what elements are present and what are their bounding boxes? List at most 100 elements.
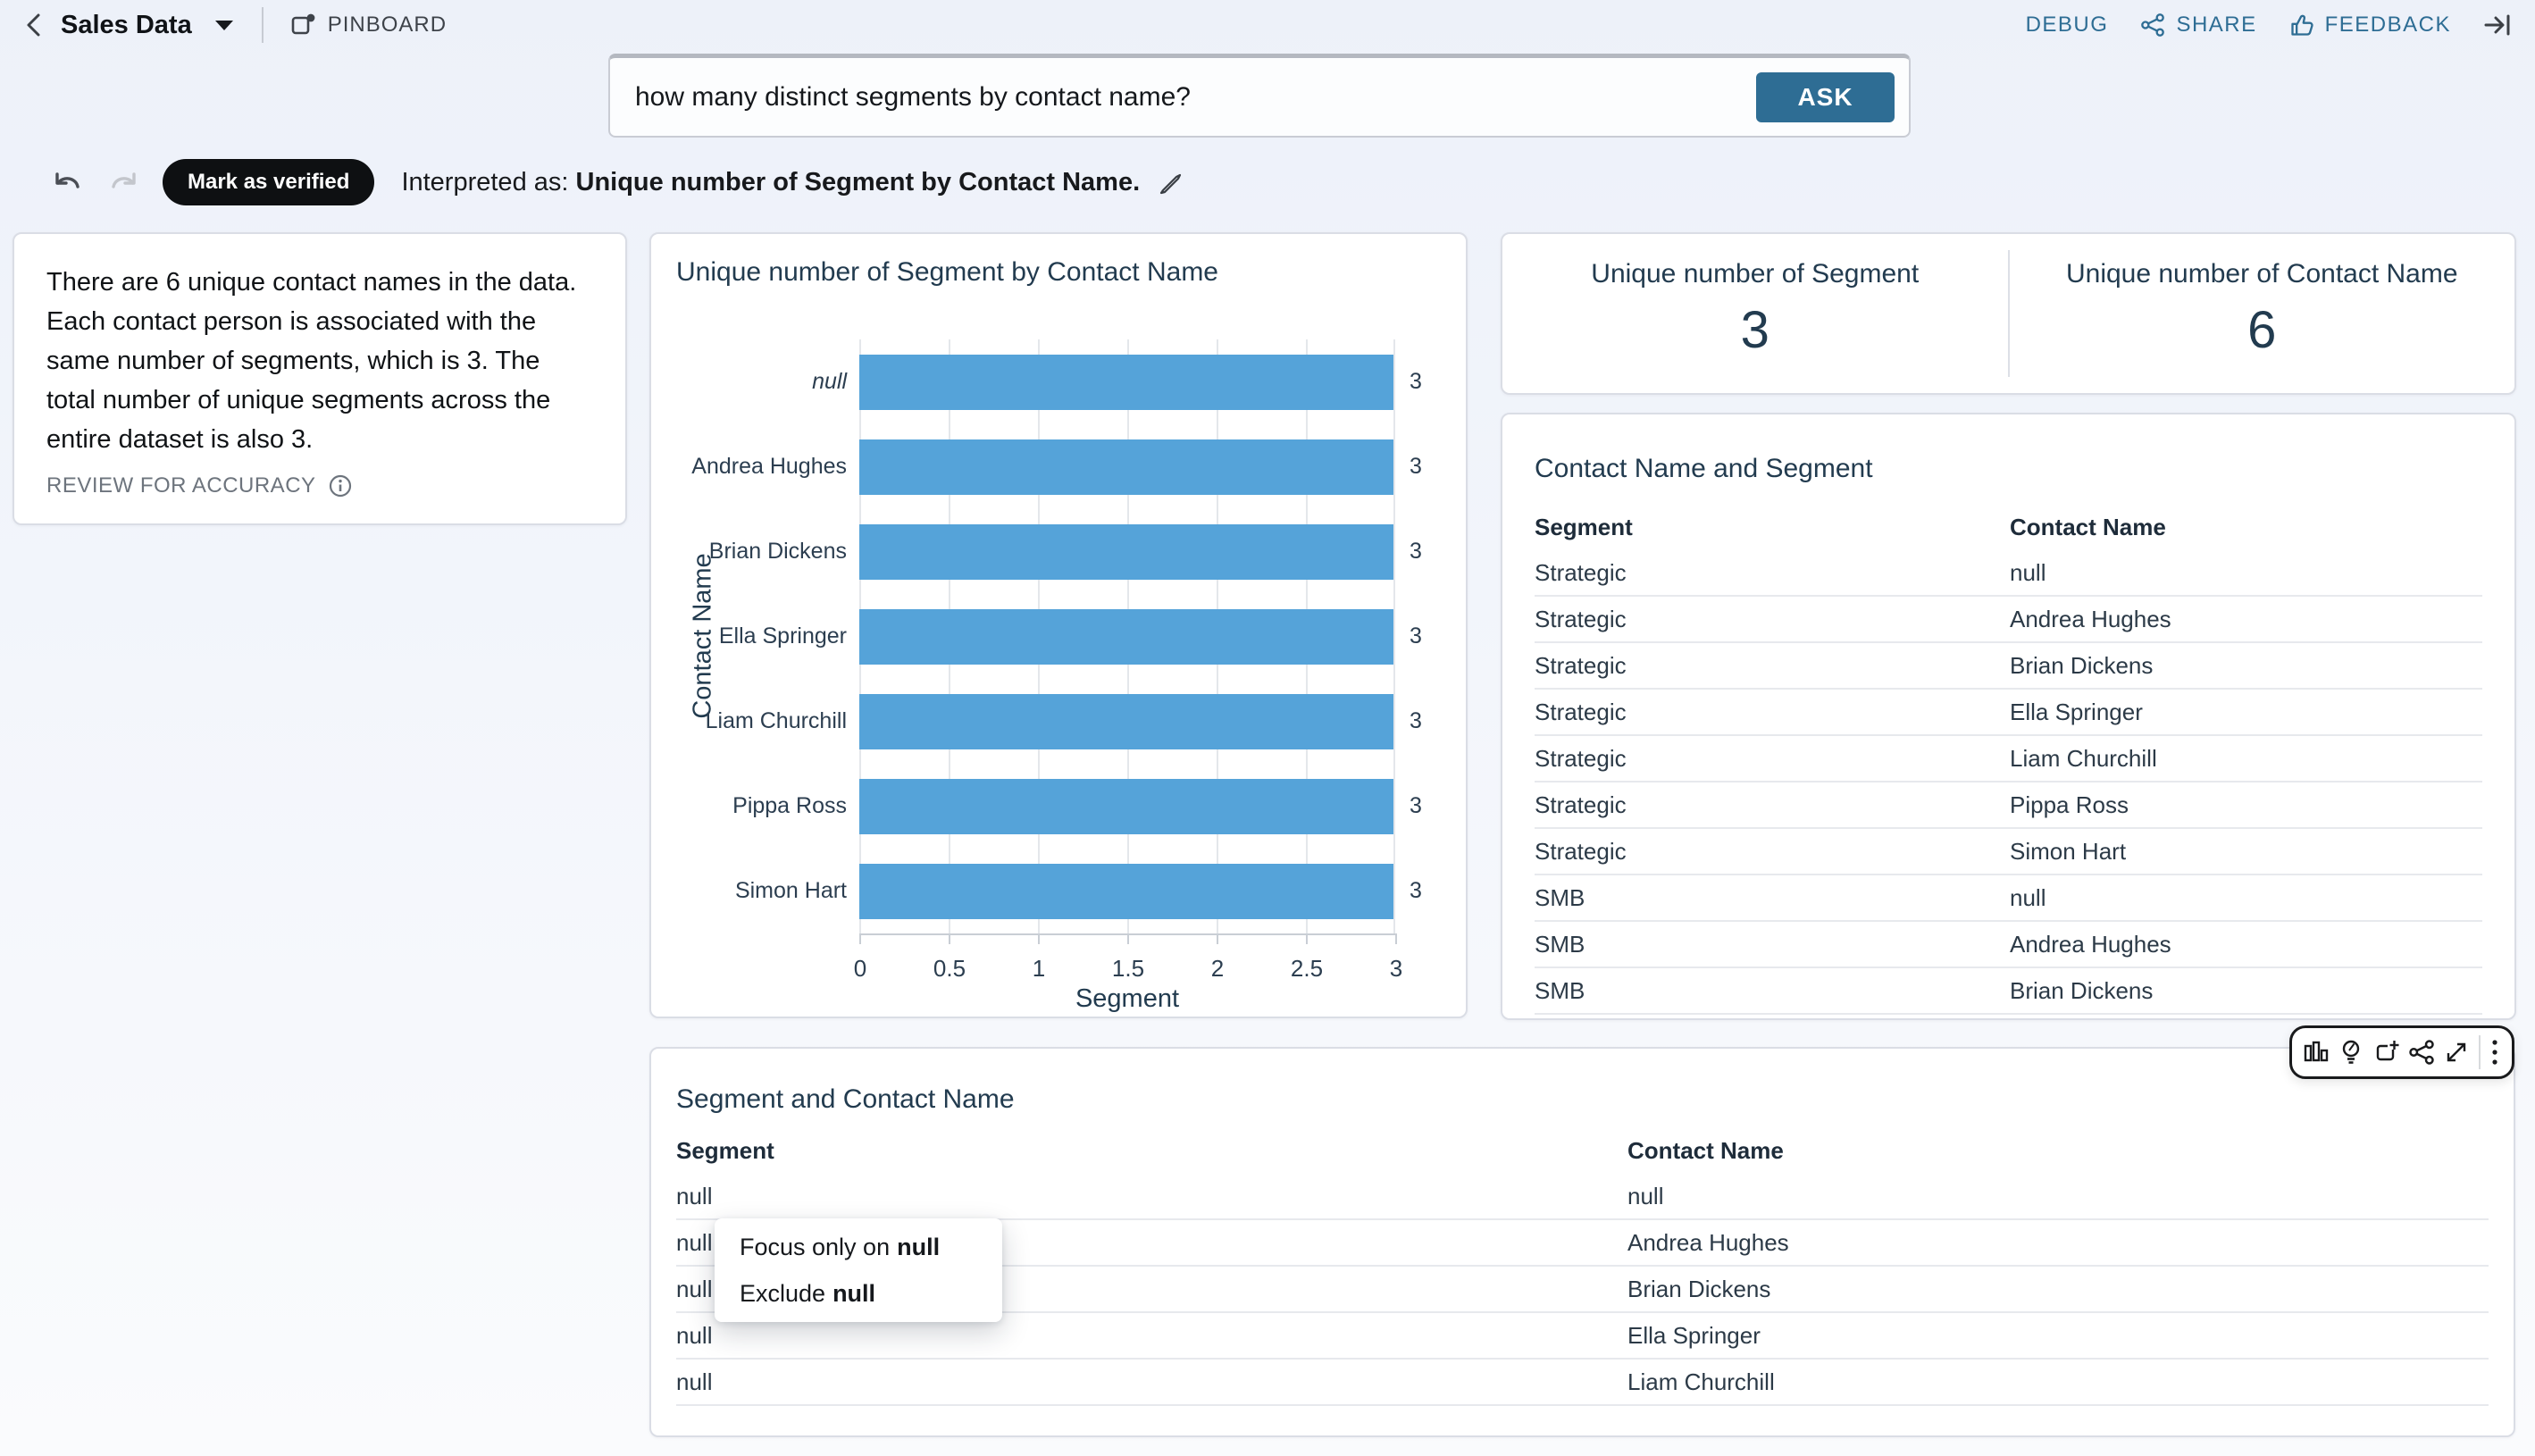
table-row[interactable]: nullLiam Churchill <box>676 1360 2489 1406</box>
cell-contact-name: Andrea Hughes <box>2010 931 2482 958</box>
collapse-panel-button[interactable] <box>2483 13 2512 38</box>
undo-button[interactable] <box>52 169 84 196</box>
chevron-down-icon[interactable] <box>213 19 235 31</box>
tick-mark <box>1127 933 1129 944</box>
menu-item-focus[interactable]: Focus only onnull <box>715 1224 1002 1270</box>
bar-value-label: 3 <box>1395 539 1469 565</box>
cell-contact-name: Simon Hart <box>2010 838 2482 866</box>
bar-chart-icon <box>2303 1039 2330 1066</box>
chart-type-button[interactable] <box>2303 1039 2330 1066</box>
review-for-accuracy: REVIEW FOR ACCURACY <box>46 473 352 498</box>
table-row[interactable]: StrategicSimon Hart <box>1535 829 2482 875</box>
cell-segment: Strategic <box>1535 699 2010 726</box>
table-row[interactable]: Strategicnull <box>1535 550 2482 597</box>
chart-row: Liam Churchill3 <box>651 679 1469 764</box>
kpi-card: Unique number of Segment 3 Unique number… <box>1501 232 2516 395</box>
table-title: Segment and Contact Name <box>676 1084 1015 1115</box>
chart-row: Brian Dickens3 <box>651 509 1469 594</box>
table-row[interactable]: StrategicAndrea Hughes <box>1535 597 2482 643</box>
table-row[interactable]: StrategicLiam Churchill <box>1535 736 2482 782</box>
chart-title: Unique number of Segment by Contact Name <box>676 257 1218 288</box>
debug-link[interactable]: DEBUG <box>2026 13 2109 38</box>
chart-row: Andrea Hughes3 <box>651 424 1469 509</box>
table-row[interactable]: SMBAndrea Hughes <box>1535 922 2482 968</box>
cell-segment: Strategic <box>1535 559 2010 587</box>
cell-contact-name: null <box>2010 559 2482 587</box>
cell-contact-name: Liam Churchill <box>1627 1368 2489 1396</box>
ask-bar: ASK <box>608 54 1911 138</box>
expand-visual-button[interactable] <box>2443 1039 2470 1066</box>
bar-value-label: 3 <box>1395 454 1469 480</box>
more-options-button[interactable] <box>2489 1037 2501 1067</box>
bar[interactable] <box>859 524 1393 580</box>
kebab-menu-icon <box>2489 1037 2501 1067</box>
mark-as-verified-button[interactable]: Mark as verified <box>163 159 374 205</box>
table-row[interactable]: nullnull <box>676 1174 2489 1220</box>
bar[interactable] <box>859 439 1393 495</box>
cell-context-menu: Focus only onnull Excludenull <box>715 1218 1002 1322</box>
feedback-link[interactable]: FEEDBACK <box>2289 13 2451 38</box>
bar[interactable] <box>859 779 1393 834</box>
lightbulb-icon <box>2338 1039 2364 1066</box>
cell-contact-name: null <box>1627 1183 2489 1210</box>
feedback-label: FEEDBACK <box>2325 13 2451 38</box>
bar-value-label: 3 <box>1395 623 1469 649</box>
pinboard-label: PINBOARD <box>328 13 447 38</box>
arrow-to-bar-icon <box>2483 13 2512 38</box>
pinboard-icon <box>290 13 315 38</box>
bar-area <box>859 424 1395 509</box>
tick-mark <box>1038 933 1040 944</box>
edit-interpretation-button[interactable] <box>1158 169 1184 196</box>
chart-row: Ella Springer3 <box>651 594 1469 679</box>
bar[interactable] <box>859 864 1393 919</box>
cell-contact-name: Ella Springer <box>2010 699 2482 726</box>
tick-mark <box>1306 933 1308 944</box>
bar[interactable] <box>859 609 1393 665</box>
table-row[interactable]: StrategicBrian Dickens <box>1535 643 2482 690</box>
dataset-title[interactable]: Sales Data <box>61 11 192 40</box>
table-header-row: Segment Contact Name <box>676 1127 2489 1174</box>
tick-mark <box>1395 933 1397 944</box>
bar-area <box>859 509 1395 594</box>
x-axis-ticks: 00.511.522.53 <box>651 933 1469 1014</box>
table-row[interactable]: StrategicPippa Ross <box>1535 782 2482 829</box>
bar-area <box>859 679 1395 764</box>
table-row[interactable]: SMBnull <box>1535 875 2482 922</box>
pinboard-link[interactable]: PINBOARD <box>290 13 447 38</box>
cell-contact-name: Brian Dickens <box>2010 652 2482 680</box>
share-visual-button[interactable] <box>2408 1039 2435 1066</box>
contact-table-body: StrategicnullStrategicAndrea HughesStrat… <box>1535 550 2482 1015</box>
tick-label: 1 <box>1033 955 1045 983</box>
cell-segment: null <box>676 1183 1627 1210</box>
interpreted-prefix: Interpreted as: <box>401 168 575 197</box>
redo-button[interactable] <box>107 169 139 196</box>
bar[interactable] <box>859 355 1393 410</box>
cell-segment: Strategic <box>1535 838 2010 866</box>
cell-contact-name: Liam Churchill <box>2010 745 2482 773</box>
menu-item-value: null <box>832 1280 875 1308</box>
column-header-segment: Segment <box>1535 514 2010 541</box>
info-icon[interactable] <box>329 474 352 498</box>
cell-contact-name: Brian Dickens <box>2010 977 2482 1005</box>
bar-area <box>859 764 1395 849</box>
ask-button[interactable]: ASK <box>1756 72 1895 122</box>
bar[interactable] <box>859 694 1393 749</box>
tick-label: 3 <box>1390 955 1402 983</box>
chart-row: Pippa Ross3 <box>651 764 1469 849</box>
kpi-segment-value: 3 <box>1502 300 2008 360</box>
pin-visual-button[interactable] <box>2373 1039 2400 1066</box>
back-button[interactable] <box>23 12 45 38</box>
table-row[interactable]: StrategicElla Springer <box>1535 690 2482 736</box>
menu-item-value: null <box>897 1234 940 1261</box>
chart-row: null3 <box>651 339 1469 424</box>
cell-segment: SMB <box>1535 977 2010 1005</box>
question-input[interactable] <box>633 81 1756 113</box>
visual-actions-toolbar <box>2289 1025 2514 1079</box>
bar-area <box>859 849 1395 933</box>
table-row[interactable]: SMBBrian Dickens <box>1535 968 2482 1015</box>
insights-button[interactable] <box>2338 1039 2364 1066</box>
tick-label: 2 <box>1211 955 1224 983</box>
interpretation-row: Mark as verified Interpreted as: Unique … <box>52 157 1184 207</box>
share-link[interactable]: SHARE <box>2140 13 2256 38</box>
menu-item-exclude[interactable]: Excludenull <box>715 1270 1002 1317</box>
